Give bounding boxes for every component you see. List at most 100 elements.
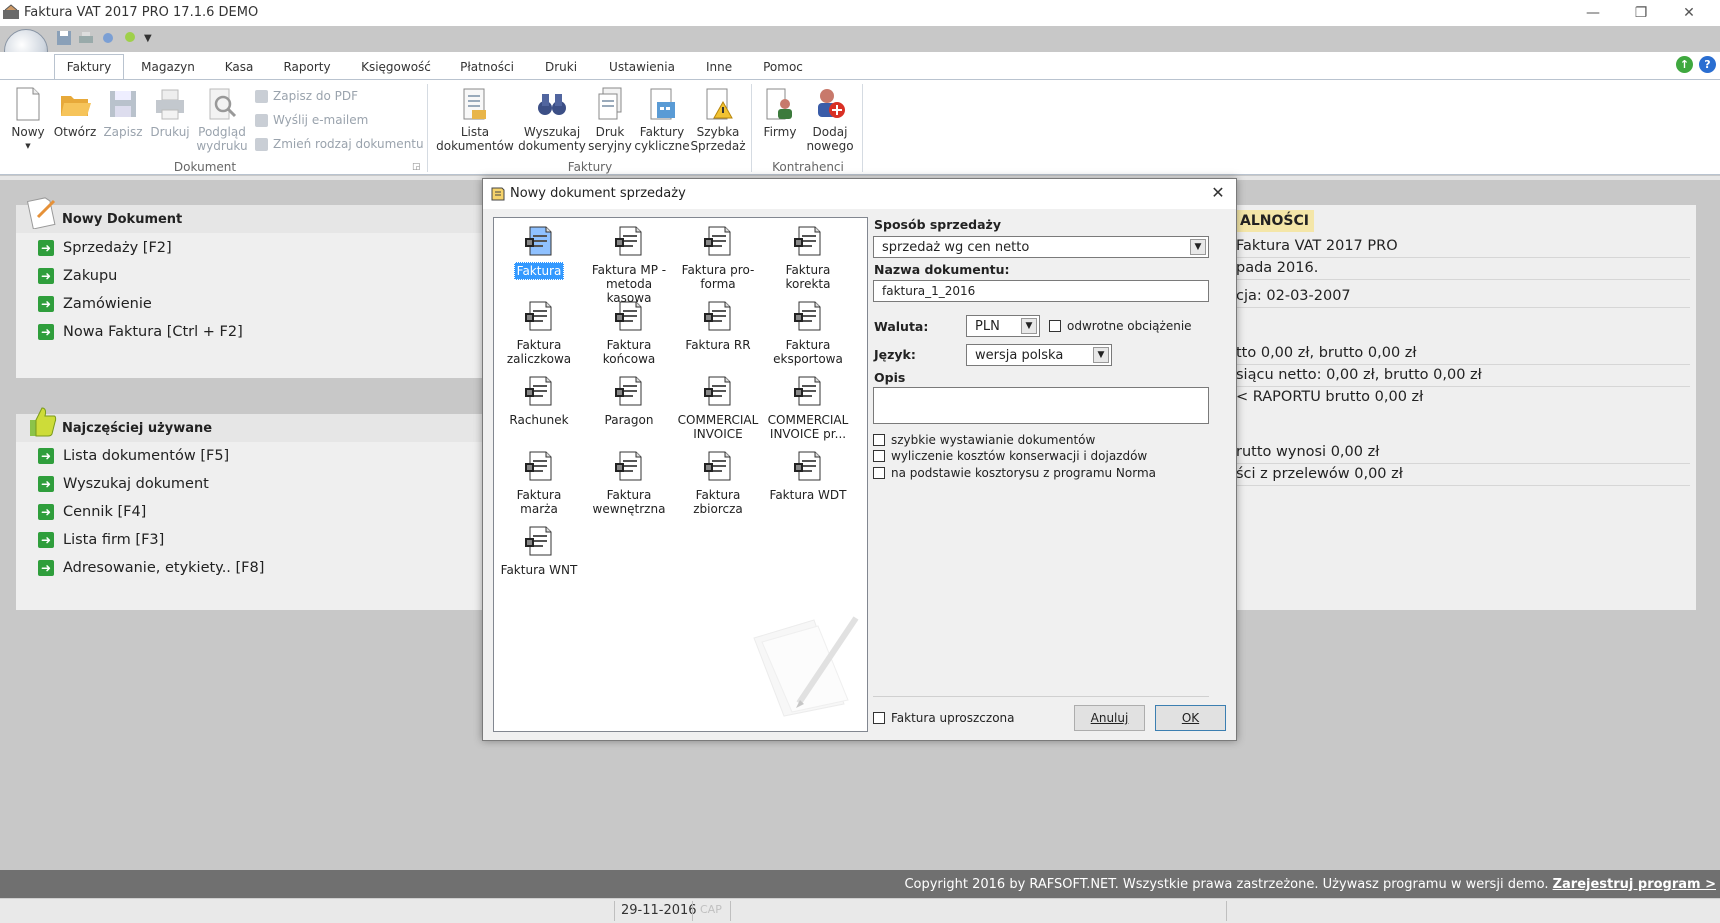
help-icon[interactable]: ? <box>1699 56 1716 73</box>
quick-issue-checkbox[interactable]: szybkie wystawianie dokumentów <box>873 433 1095 447</box>
tab-ustawienia[interactable]: Ustawienia <box>604 54 680 79</box>
restore-button[interactable]: ❐ <box>1618 0 1664 26</box>
add-contractor-label-2: nowego <box>806 139 854 153</box>
companies-icon <box>766 88 792 120</box>
window-title: Faktura VAT 2017 PRO 17.1.6 DEMO <box>24 5 259 20</box>
dialog-close-icon[interactable]: ✕ <box>1208 183 1228 203</box>
new-sale-link[interactable]: ➜ Sprzedaży [F2] <box>38 240 172 256</box>
checkbox-box[interactable] <box>873 434 885 446</box>
document-type-item[interactable]: Faktura korekta <box>763 224 853 292</box>
tab-platnosci[interactable]: Płatności <box>456 54 518 79</box>
chevron-down-icon[interactable]: ▼ <box>1093 347 1109 363</box>
reverse-charge-checkbox[interactable]: odwrotne obciążenie <box>1049 319 1192 333</box>
new-order-link[interactable]: ➜ Zamówienie <box>38 296 152 312</box>
document-type-item[interactable]: Faktura eksportowa <box>763 299 853 367</box>
document-list-button[interactable]: Lista dokumentów <box>434 86 516 153</box>
print-button[interactable]: Drukuj <box>148 86 192 139</box>
checkbox-box[interactable] <box>873 712 885 724</box>
document-type-item[interactable]: Faktura końcowa <box>584 299 674 367</box>
register-link[interactable]: Zarejestruj program > <box>1553 877 1716 892</box>
status-separator <box>614 901 615 921</box>
companies-button[interactable]: Firmy <box>758 86 802 139</box>
print-preview-button[interactable]: Podgląd wydruku <box>194 86 250 153</box>
tab-faktury[interactable]: Faktury <box>54 54 124 79</box>
search-documents-button[interactable]: Wyszukaj dokumenty <box>518 86 586 153</box>
new-button[interactable]: Nowy ▼ <box>10 86 46 153</box>
document-type-item[interactable]: COMMERCIAL INVOICE pr... <box>763 374 853 442</box>
update-icon[interactable]: ↑ <box>1676 56 1693 73</box>
status-separator <box>1226 901 1227 921</box>
document-name-input[interactable]: faktura_1_2016 <box>873 280 1209 302</box>
price-list-link[interactable]: ➜ Cennik [F4] <box>38 504 146 520</box>
idea-icon[interactable] <box>122 30 138 46</box>
simplified-invoice-checkbox[interactable]: Faktura uproszczona <box>873 711 1015 725</box>
document-type-item[interactable]: Faktura wewnętrzna <box>584 449 674 517</box>
tab-inne[interactable]: Inne <box>700 54 738 79</box>
tab-kasa[interactable]: Kasa <box>218 54 260 79</box>
recurring-invoices-button[interactable]: Faktury cykliczne <box>634 86 690 153</box>
document-type-item[interactable]: Faktura zaliczkowa <box>494 299 584 367</box>
document-type-item[interactable]: COMMERCIAL INVOICE <box>673 374 763 442</box>
open-button[interactable]: Otwórz <box>52 86 98 139</box>
norma-estimate-checkbox[interactable]: na podstawie kosztorysu z programu Norma <box>873 466 1156 480</box>
add-contractor-label-1: Dodaj <box>812 125 848 139</box>
add-contractor-button[interactable]: Dodaj nowego <box>804 86 856 153</box>
document-type-item[interactable]: Faktura <box>494 224 584 280</box>
serial-print-button[interactable]: Druk seryjny <box>588 86 632 153</box>
addressing-link[interactable]: ➜ Adresowanie, etykiety.. [F8] <box>38 560 264 576</box>
save-doc-button[interactable]: Zapisz <box>103 86 143 139</box>
tab-magazyn[interactable]: Magazyn <box>135 54 201 79</box>
checkbox-box[interactable] <box>873 467 885 479</box>
quick-sale-icon <box>706 88 733 120</box>
pdf-icon <box>255 89 268 103</box>
document-type-item[interactable]: Paragon <box>584 374 674 428</box>
document-list-link-label: Lista dokumentów [F5] <box>63 448 230 464</box>
status-date: 29-11-2016 <box>621 903 697 918</box>
customize-qat-icon[interactable]: ▼ <box>144 33 152 44</box>
sale-method-select[interactable]: sprzedaż wg cen netto ▼ <box>873 236 1209 258</box>
tab-druki[interactable]: Druki <box>538 54 584 79</box>
document-type-item[interactable]: Faktura MP - metoda kasowa <box>584 224 674 306</box>
new-document-icon <box>16 87 40 121</box>
dialog-launcher-icon[interactable]: ◲ <box>412 162 421 172</box>
tab-ksiegowosc[interactable]: Księgowość <box>356 54 436 79</box>
change-type-icon <box>255 137 268 151</box>
checkbox-box[interactable] <box>1049 320 1061 332</box>
save-icon[interactable] <box>56 30 72 46</box>
currency-select[interactable]: PLN ▼ <box>966 315 1040 337</box>
save-pdf-button[interactable]: Zapisz do PDF <box>255 89 358 103</box>
send-email-button[interactable]: Wyślij e-mailem <box>255 113 368 127</box>
document-type-item[interactable]: Faktura WDT <box>763 449 853 503</box>
arrow-right-icon: ➜ <box>38 268 54 284</box>
document-type-item[interactable]: Faktura zbiorcza <box>673 449 763 517</box>
document-list-link[interactable]: ➜ Lista dokumentów [F5] <box>38 448 229 464</box>
arrow-right-icon: ➜ <box>38 476 54 492</box>
document-type-item[interactable]: Faktura pro-forma <box>673 224 763 292</box>
document-type-item[interactable]: Rachunek <box>494 374 584 428</box>
tab-raporty[interactable]: Raporty <box>278 54 336 79</box>
change-doc-type-label: Zmień rodzaj dokumentu <box>273 137 424 151</box>
close-button[interactable]: ✕ <box>1666 0 1712 26</box>
minimize-button[interactable]: — <box>1570 0 1616 26</box>
search-document-link[interactable]: ➜ Wyszukaj dokument <box>38 476 209 492</box>
document-type-item[interactable]: Faktura marża <box>494 449 584 517</box>
print-icon[interactable] <box>78 30 94 46</box>
new-purchase-link[interactable]: ➜ Zakupu <box>38 268 117 284</box>
cancel-button[interactable]: Anuluj <box>1074 705 1145 731</box>
new-invoice-link[interactable]: ➜ Nowa Faktura [Ctrl + F2] <box>38 324 243 340</box>
document-type-item[interactable]: Faktura RR <box>673 299 763 353</box>
language-select[interactable]: wersja polska ▼ <box>966 344 1112 366</box>
chevron-down-icon[interactable]: ▼ <box>1021 318 1037 334</box>
company-list-link[interactable]: ➜ Lista firm [F3] <box>38 532 164 548</box>
description-input[interactable] <box>873 387 1209 424</box>
chevron-down-icon[interactable]: ▼ <box>1190 239 1206 255</box>
tab-pomoc[interactable]: Pomoc <box>758 54 808 79</box>
invoice-document-icon <box>701 449 735 483</box>
change-doc-type-button[interactable]: Zmień rodzaj dokumentu <box>255 137 424 151</box>
quick-sale-button[interactable]: Szybka Sprzedaż <box>690 86 746 153</box>
tools-icon[interactable] <box>100 30 116 46</box>
checkbox-box[interactable] <box>873 450 885 462</box>
document-type-item[interactable]: Faktura WNT <box>494 524 584 578</box>
maintenance-costs-checkbox[interactable]: wyliczenie kosztów konserwacji i dojazdó… <box>873 449 1147 463</box>
ok-button[interactable]: OK <box>1155 705 1226 731</box>
